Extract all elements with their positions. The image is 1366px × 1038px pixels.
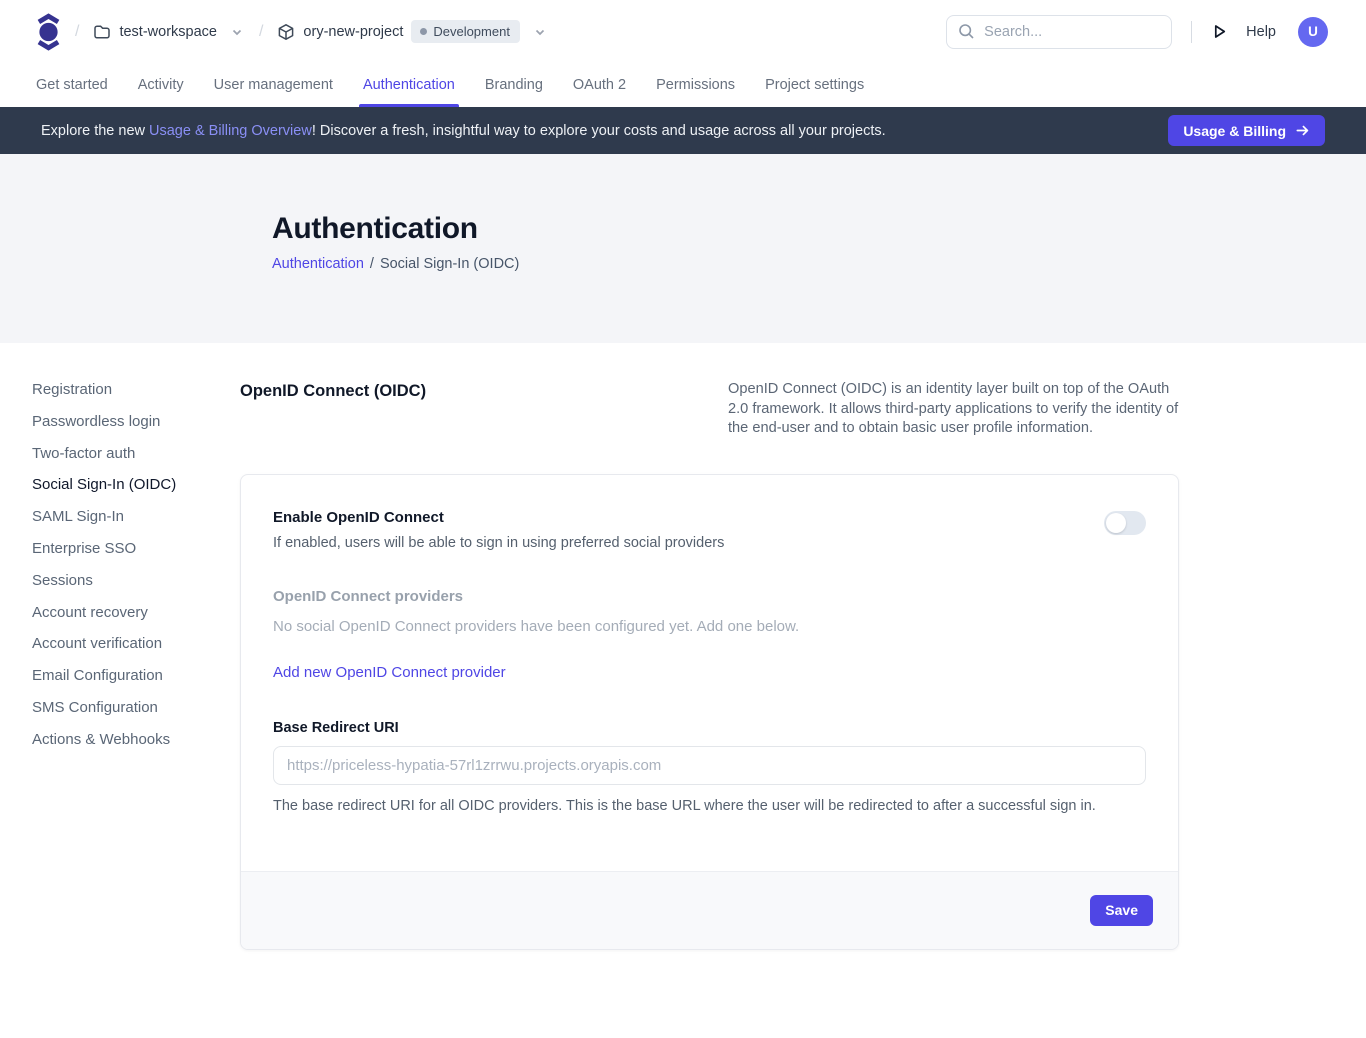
workspace-switcher[interactable]: test-workspace xyxy=(93,23,245,41)
banner-overview-link[interactable]: Usage & Billing Overview xyxy=(149,123,312,139)
enable-oidc-title: Enable OpenID Connect xyxy=(273,509,724,526)
sidebar-item-saml-sign-in[interactable]: SAML Sign-In xyxy=(32,507,240,539)
page-hero: Authentication Authentication / Social Sig… xyxy=(0,154,1366,343)
help-link[interactable]: Help xyxy=(1246,24,1276,40)
usage-billing-button-label: Usage & Billing xyxy=(1183,123,1286,139)
usage-billing-banner: Explore the new Usage & Billing Overview… xyxy=(0,107,1366,154)
add-provider-link[interactable]: Add new OpenID Connect provider xyxy=(273,664,506,681)
banner-text-prefix: Explore the new xyxy=(41,123,149,139)
environment-label: Development xyxy=(433,24,510,39)
tab-get-started[interactable]: Get started xyxy=(36,63,108,107)
sidebar-item-account-recovery[interactable]: Account recovery xyxy=(32,603,240,635)
chevron-down-icon xyxy=(229,24,245,40)
workspace-name: test-workspace xyxy=(119,24,217,40)
section-description: OpenID Connect (OIDC) is an identity lay… xyxy=(728,380,1179,439)
tab-oauth2[interactable]: OAuth 2 xyxy=(573,63,626,107)
save-button[interactable]: Save xyxy=(1090,895,1153,926)
breadcrumb-sep: / xyxy=(370,256,374,272)
arrow-right-icon xyxy=(1295,123,1310,138)
sidebar-item-social-sign-in[interactable]: Social Sign-In (OIDC) xyxy=(32,475,240,507)
usage-billing-button[interactable]: Usage & Billing xyxy=(1168,115,1325,146)
sidebar-item-email-configuration[interactable]: Email Configuration xyxy=(32,666,240,698)
topbar-divider xyxy=(1191,21,1192,43)
search-icon xyxy=(958,23,975,40)
base-redirect-uri-label: Base Redirect URI xyxy=(273,720,1146,736)
tab-permissions[interactable]: Permissions xyxy=(656,63,735,107)
toggle-knob xyxy=(1106,513,1126,533)
section-title: OpenID Connect (OIDC) xyxy=(240,380,426,401)
run-icon[interactable] xyxy=(1211,23,1228,40)
sidebar-item-sessions[interactable]: Sessions xyxy=(32,571,240,603)
enable-oidc-row: Enable OpenID Connect If enabled, users … xyxy=(273,509,1146,551)
breadcrumb: Authentication / Social Sign-In (OIDC) xyxy=(272,256,1366,272)
user-avatar[interactable]: U xyxy=(1298,17,1328,47)
tab-authentication[interactable]: Authentication xyxy=(363,63,455,107)
project-nav-tabs: Get started Activity User management Aut… xyxy=(0,63,1366,107)
sidebar-item-two-factor-auth[interactable]: Two-factor auth xyxy=(32,444,240,476)
project-switcher[interactable]: ory-new-project Development xyxy=(277,20,548,43)
sidebar-item-registration[interactable]: Registration xyxy=(32,380,240,412)
banner-text: Explore the new Usage & Billing Overview… xyxy=(41,123,886,139)
breadcrumb-parent-link[interactable]: Authentication xyxy=(272,256,364,272)
tab-user-management[interactable]: User management xyxy=(214,63,333,107)
base-redirect-uri-input[interactable] xyxy=(273,746,1146,785)
base-redirect-uri-helper: The base redirect URI for all OIDC provi… xyxy=(273,798,1146,814)
chevron-down-icon xyxy=(532,24,548,40)
breadcrumb-separator: / xyxy=(259,23,263,41)
page-title: Authentication xyxy=(272,212,1366,246)
content: Registration Passwordless login Two-fact… xyxy=(0,343,1366,950)
sidebar-item-enterprise-sso[interactable]: Enterprise SSO xyxy=(32,539,240,571)
search-box[interactable] xyxy=(946,15,1172,49)
search-input[interactable] xyxy=(984,24,1171,40)
oidc-card-body: Enable OpenID Connect If enabled, users … xyxy=(241,475,1178,814)
package-icon xyxy=(277,23,295,41)
sidebar-item-sms-configuration[interactable]: SMS Configuration xyxy=(32,698,240,730)
environment-badge: Development xyxy=(411,20,520,43)
banner-text-suffix: ! Discover a fresh, insightful way to ex… xyxy=(312,123,886,139)
tab-branding[interactable]: Branding xyxy=(485,63,543,107)
topbar: / test-workspace / ory-new-project Devel… xyxy=(0,0,1366,63)
sidebar-item-account-verification[interactable]: Account verification xyxy=(32,634,240,666)
section-header: OpenID Connect (OIDC) OpenID Connect (OI… xyxy=(240,380,1179,439)
enable-oidc-toggle[interactable] xyxy=(1104,511,1146,535)
project-name: ory-new-project xyxy=(303,24,403,40)
sidebar-item-actions-webhooks[interactable]: Actions & Webhooks xyxy=(32,730,240,762)
breadcrumb-current: Social Sign-In (OIDC) xyxy=(380,256,519,272)
breadcrumb-separator: / xyxy=(75,23,79,41)
enable-oidc-subtitle: If enabled, users will be able to sign i… xyxy=(273,535,724,551)
card-footer: Save xyxy=(241,871,1178,949)
oidc-settings-card: Enable OpenID Connect If enabled, users … xyxy=(240,474,1179,950)
tab-activity[interactable]: Activity xyxy=(138,63,184,107)
enable-oidc-text: Enable OpenID Connect If enabled, users … xyxy=(273,509,724,551)
environment-dot-icon xyxy=(420,28,427,35)
providers-label: OpenID Connect providers xyxy=(273,588,1146,605)
folder-icon xyxy=(93,23,111,41)
providers-empty-text: No social OpenID Connect providers have … xyxy=(273,618,1146,635)
auth-sidebar: Registration Passwordless login Two-fact… xyxy=(0,343,240,950)
tab-project-settings[interactable]: Project settings xyxy=(765,63,864,107)
sidebar-item-passwordless-login[interactable]: Passwordless login xyxy=(32,412,240,444)
ory-logo-icon[interactable] xyxy=(36,12,61,52)
main-panel: OpenID Connect (OIDC) OpenID Connect (OI… xyxy=(240,343,1179,950)
